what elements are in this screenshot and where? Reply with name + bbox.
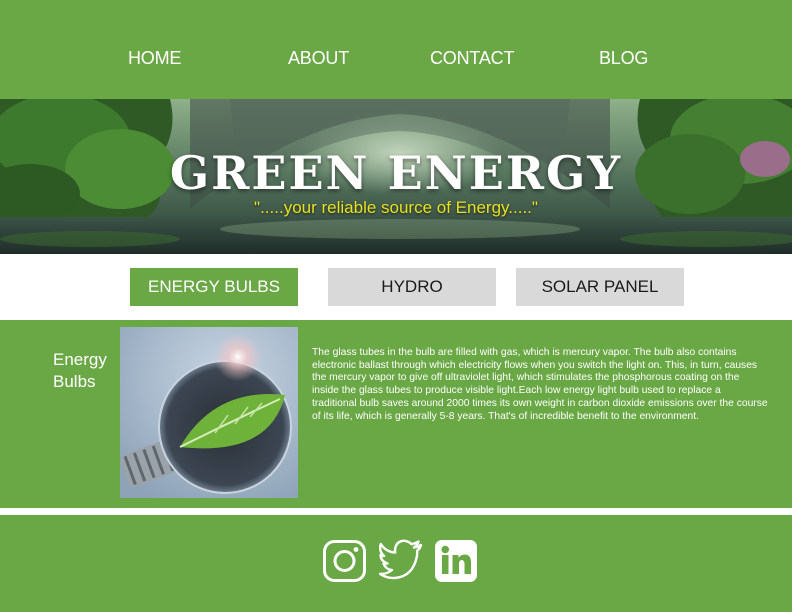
linkedin-icon[interactable] [434, 539, 478, 583]
energy-bulb-image [120, 327, 298, 498]
tab-hydro[interactable]: HYDRO [328, 268, 496, 306]
twitter-icon[interactable] [379, 539, 424, 581]
top-navigation: HOME ABOUT CONTACT BLOG [0, 0, 792, 99]
nav-about-link[interactable]: ABOUT [288, 48, 349, 69]
nav-home-link[interactable]: HOME [128, 48, 181, 69]
content-heading: Energy Bulbs [53, 350, 107, 391]
tab-solar-panel[interactable]: SOLAR PANEL [516, 268, 684, 306]
hero-title: GREEN ENERGY [169, 146, 623, 200]
nav-blog-link[interactable]: BLOG [599, 48, 648, 69]
hero-tagline: ".....your reliable source of Energy....… [254, 198, 538, 217]
nav-contact-link[interactable]: CONTACT [430, 48, 514, 69]
tab-energy-bulbs[interactable]: ENERGY BULBS [130, 268, 298, 306]
content-body-text: The glass tubes in the bulb are filled w… [312, 347, 768, 422]
instagram-icon[interactable] [322, 539, 367, 583]
